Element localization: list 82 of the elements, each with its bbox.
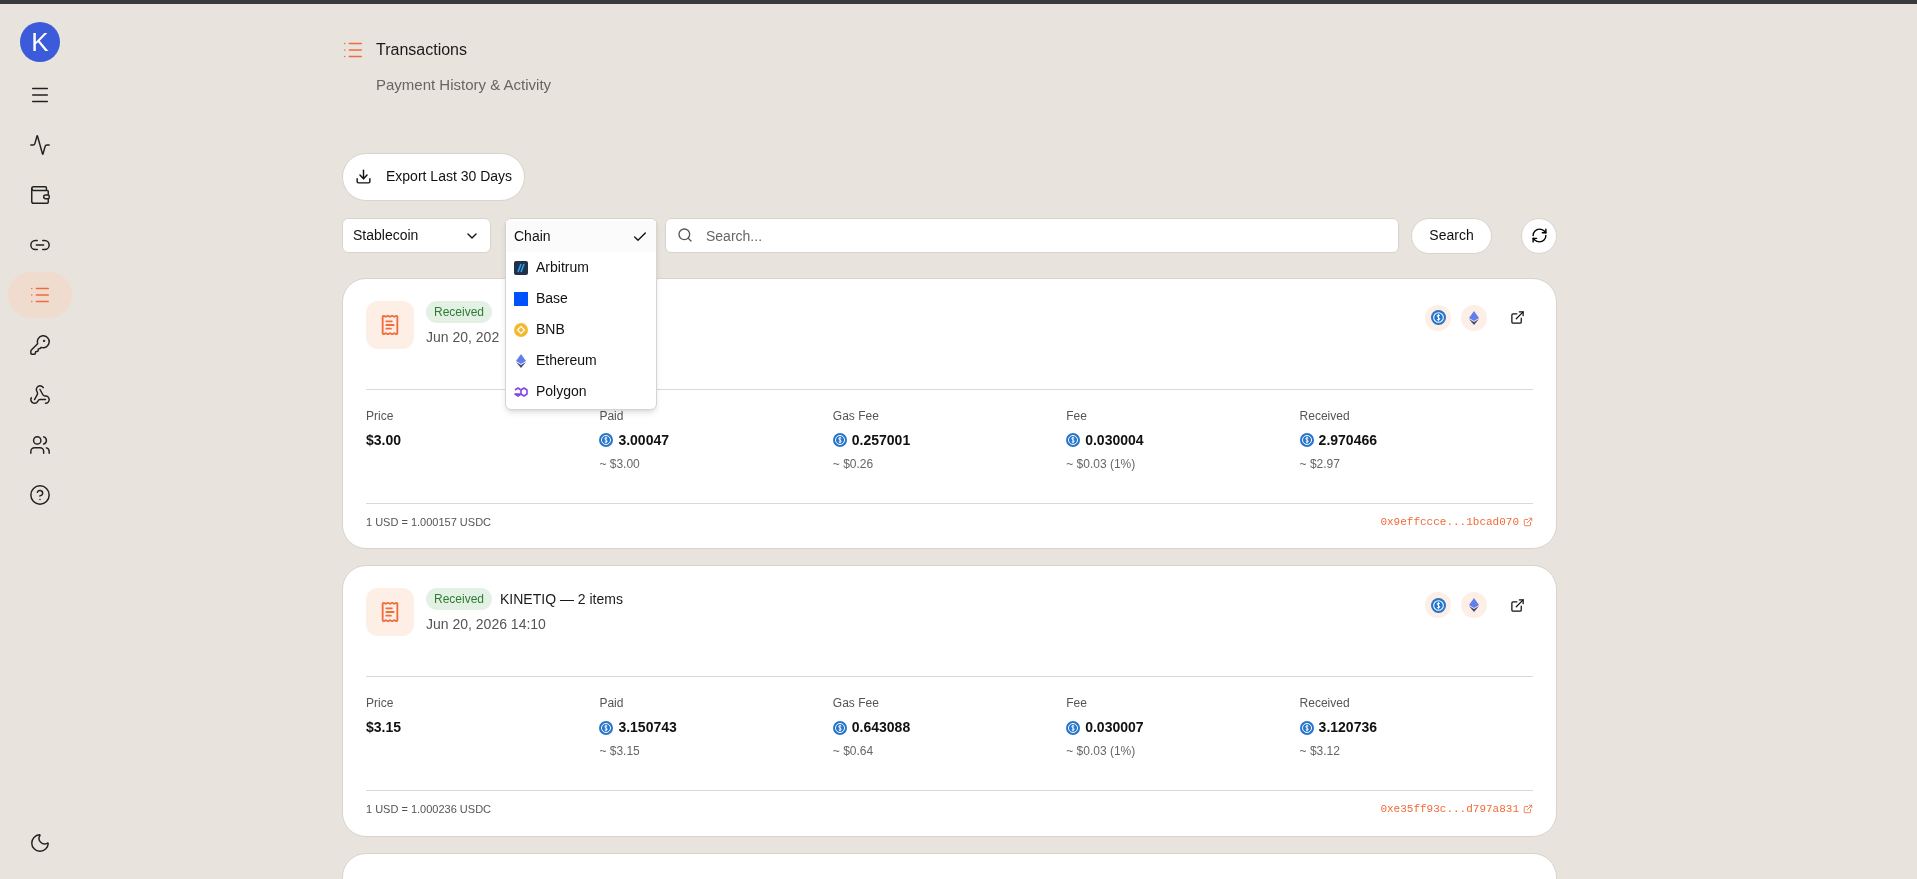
download-icon	[355, 168, 372, 185]
chain-option[interactable]: BNB	[506, 314, 656, 345]
bnb-icon	[514, 322, 528, 337]
chain-option[interactable]: Arbitrum	[506, 252, 656, 283]
metric-value: 3.150743	[618, 718, 677, 737]
search-button[interactable]: Search	[1411, 217, 1492, 254]
status-badge: Received	[426, 588, 493, 610]
stablecoin-select[interactable]: Stablecoin	[342, 218, 491, 253]
metric-label: Fee	[1066, 695, 1088, 712]
metric-label: Received	[1299, 407, 1351, 425]
metric-label: Paid	[599, 695, 625, 712]
square-icon	[514, 291, 528, 306]
metric-value: 0.030007	[1085, 718, 1144, 737]
metric-value: 0.030004	[1085, 430, 1144, 450]
metric-label: Price	[366, 695, 395, 712]
page-title: Transactions	[376, 40, 467, 60]
coin-icon	[1299, 433, 1314, 447]
ethereum-icon	[1469, 598, 1479, 612]
key-icon	[29, 334, 51, 356]
metric-label: Gas Fee	[832, 407, 880, 425]
external-link-icon	[1523, 516, 1533, 527]
coin-icon	[1066, 720, 1081, 735]
help-icon	[29, 484, 51, 506]
arbitrum-icon	[514, 260, 528, 275]
receipt-dollar-icon	[379, 313, 401, 336]
metric-usd: ~ $0.26	[832, 455, 875, 473]
coin-icon	[1430, 310, 1446, 325]
coin-icon	[1066, 433, 1081, 447]
metric-usd: ~ $3.12	[1299, 743, 1341, 760]
metric-value: $3.00	[366, 430, 402, 450]
metric-value: 0.257001	[851, 430, 911, 450]
metric-usd: ~ $0.03 (1%)	[1066, 743, 1137, 760]
status-badge: Received	[426, 300, 493, 323]
coin-icon	[1299, 720, 1314, 735]
chain-option[interactable]: Base	[506, 283, 656, 314]
export-button[interactable]: Export Last 30 Days	[342, 152, 526, 201]
transaction-title: KINETIQ — 2 items	[500, 589, 623, 609]
pulse-icon	[29, 134, 51, 156]
coin-icon	[832, 720, 847, 735]
search-icon	[677, 227, 693, 243]
chain-option[interactable]: Ethereum	[506, 345, 656, 376]
metric-usd: ~ $0.03 (1%)	[1066, 455, 1137, 473]
metric-value: 0.643088	[851, 718, 911, 737]
ethereum-icon	[516, 353, 526, 368]
chain-option[interactable]: Polygon	[506, 376, 656, 407]
exchange-rate: 1 USD = 1.000157 USDC	[366, 514, 492, 530]
ethereum-icon	[1469, 310, 1479, 325]
page-subtitle: Payment History & Activity	[376, 75, 553, 95]
metric-usd: ~ $3.15	[599, 743, 641, 760]
external-link-icon	[1509, 310, 1525, 325]
external-link-icon	[1509, 597, 1525, 613]
search-field[interactable]: Search...	[665, 218, 1399, 253]
webhook-icon	[29, 384, 51, 406]
metric-label: Gas Fee	[832, 695, 880, 712]
metric-value: 2.970466	[1318, 430, 1377, 450]
external-link-icon	[1523, 804, 1533, 815]
metric-label: Paid	[599, 407, 625, 425]
metric-value: $3.15	[366, 718, 402, 737]
users-icon	[29, 434, 51, 456]
metric-value: 3.120736	[1318, 718, 1377, 737]
exchange-rate: 1 USD = 1.000236 USDC	[366, 802, 492, 817]
metric-usd: ~ $3.00	[599, 455, 641, 473]
coin-icon	[599, 720, 614, 735]
coin-icon	[832, 433, 847, 447]
metric-label: Received	[1299, 695, 1351, 712]
refresh-button[interactable]	[1521, 217, 1557, 254]
metric-usd: ~ $0.64	[832, 743, 875, 760]
app-logo[interactable]: K	[20, 22, 60, 62]
receipt-dollar-icon	[379, 601, 401, 623]
refresh-icon	[1530, 227, 1548, 244]
moon-icon	[29, 832, 51, 854]
transaction-date: Jun 20, 202	[426, 327, 500, 347]
metric-usd: ~ $2.97	[1299, 455, 1341, 473]
transaction-date: Jun 20, 2026 14:10	[426, 615, 547, 634]
wallet-icon	[29, 184, 51, 206]
metric-value: 3.00047	[618, 430, 669, 450]
polygon-icon	[514, 384, 528, 399]
metric-label: Price	[366, 407, 395, 425]
coin-icon	[599, 433, 614, 447]
chain-option[interactable]: Chain	[506, 221, 656, 252]
metric-label: Fee	[1066, 407, 1088, 425]
coin-icon	[1430, 597, 1446, 613]
